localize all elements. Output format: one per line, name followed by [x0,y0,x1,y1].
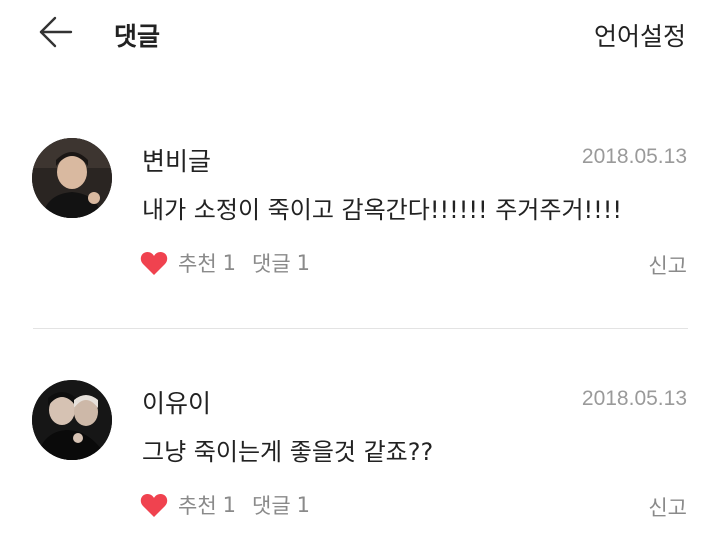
like-label: 추천 [178,252,217,276]
like-label: 추천 [178,494,217,518]
reply-button[interactable]: 댓글 1 [252,490,310,520]
report-button[interactable]: 신고 [648,492,687,522]
like-button[interactable]: 추천 1 [140,490,236,520]
avatar[interactable] [32,138,112,218]
divider [33,328,688,329]
reply-count: 1 [296,251,311,275]
top-bar: 댓글 언어설정 [0,0,720,70]
reply-button[interactable]: 댓글 1 [252,248,310,278]
like-button[interactable]: 추천 1 [140,248,236,278]
avatar[interactable] [32,380,112,460]
comment-item: 이유이 2018.05.13 그냥 죽이는게 좋을것 같죠?? 추천 1 댓글 … [0,372,720,540]
like-count: 1 [222,251,237,275]
comment-item: 변비글 2018.05.13 내가 소정이 죽이고 감옥간다!!!!!! 주거주… [0,130,720,310]
report-button[interactable]: 신고 [648,250,687,280]
comment-text: 그냥 죽이는게 좋을것 같죠?? [142,438,434,466]
comment-author: 이유이 [142,389,212,418]
page-title: 댓글 [114,22,161,51]
comment-date: 2018.05.13 [581,145,687,168]
heart-icon[interactable] [140,492,168,518]
comment-date: 2018.05.13 [581,387,687,410]
like-count: 1 [222,493,237,517]
language-settings-button[interactable]: 언어설정 [594,17,686,53]
comment-author: 변비글 [142,147,212,176]
back-arrow-icon[interactable] [38,14,74,50]
reply-label: 댓글 [252,494,291,518]
comment-actions: 추천 1 댓글 1 [140,490,310,520]
reply-label: 댓글 [252,252,291,276]
heart-icon[interactable] [140,250,168,276]
comment-text: 내가 소정이 죽이고 감옥간다!!!!!! 주거주거!!!! [142,196,623,224]
reply-count: 1 [296,493,311,517]
comment-actions: 추천 1 댓글 1 [140,248,310,278]
